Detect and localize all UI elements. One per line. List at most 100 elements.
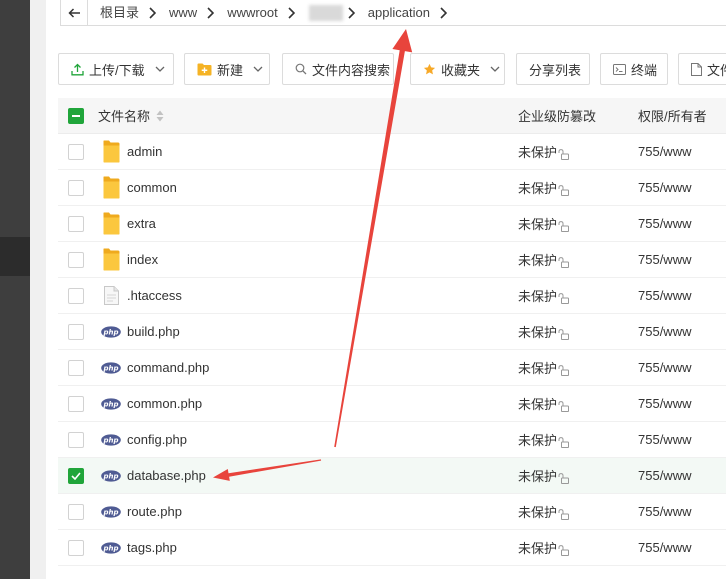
breadcrumb-www[interactable]: www xyxy=(169,0,197,25)
permission-owner[interactable]: 755/www xyxy=(638,144,691,159)
permission-owner[interactable]: 755/www xyxy=(638,396,691,411)
protection-status[interactable]: 未保护 xyxy=(518,394,557,413)
file-row[interactable]: index 未保护 755/www xyxy=(58,242,726,278)
file-menu-button[interactable]: 文件 xyxy=(678,53,726,85)
lock-open-icon xyxy=(558,149,570,160)
row-checkbox[interactable] xyxy=(68,323,84,340)
row-checkbox-cell xyxy=(58,206,98,241)
protection-status[interactable]: 未保护 xyxy=(518,178,557,197)
back-button[interactable] xyxy=(61,0,88,25)
row-checkbox[interactable] xyxy=(68,431,84,448)
folder-icon xyxy=(101,248,121,271)
protection-status[interactable]: 未保护 xyxy=(518,250,557,269)
file-row[interactable]: php common.php 未保护 755/www xyxy=(58,386,726,422)
permission-owner[interactable]: 755/www xyxy=(638,324,691,339)
protection-status[interactable]: 未保护 xyxy=(518,322,557,341)
permission-owner[interactable]: 755/www xyxy=(638,360,691,375)
file-row[interactable]: php route.php 未保护 755/www xyxy=(58,494,726,530)
breadcrumb-wwwroot[interactable]: wwwroot xyxy=(227,0,278,25)
file-row[interactable]: admin 未保护 755/www xyxy=(58,134,726,170)
row-checkbox[interactable] xyxy=(68,287,84,304)
protection-status[interactable]: 未保护 xyxy=(518,466,557,485)
file-name[interactable]: route.php xyxy=(127,504,182,519)
content-search-button[interactable]: 文件内容搜索 xyxy=(282,53,394,85)
lock-open-icon xyxy=(558,437,570,448)
protection-status[interactable]: 未保护 xyxy=(518,430,557,449)
permission-owner[interactable]: 755/www xyxy=(638,252,691,267)
protection-status[interactable]: 未保护 xyxy=(518,214,557,233)
file-row[interactable]: php tags.php 未保护 755/www xyxy=(58,530,726,566)
row-checkbox[interactable] xyxy=(68,143,84,160)
permission-owner[interactable]: 755/www xyxy=(638,180,691,195)
file-name[interactable]: admin xyxy=(127,144,162,159)
file-row[interactable]: .htaccess 未保护 755/www xyxy=(58,278,726,314)
permission-cell: 755/www xyxy=(638,278,726,313)
php-icon-text: php xyxy=(102,472,118,480)
breadcrumb-redacted-segment[interactable] xyxy=(308,4,343,21)
php-file-icon: php xyxy=(101,505,121,518)
permission-cell: 755/www xyxy=(638,494,726,529)
lock-open-icon xyxy=(558,545,570,556)
tamper-protection-cell: 未保护 xyxy=(518,494,638,529)
php-icon-text: php xyxy=(102,328,118,336)
sidebar-active-item[interactable] xyxy=(0,237,30,276)
breadcrumb-application[interactable]: application xyxy=(368,0,430,25)
protection-status[interactable]: 未保护 xyxy=(518,538,557,557)
permission-owner[interactable]: 755/www xyxy=(638,432,691,447)
chevron-right-icon xyxy=(440,6,447,19)
row-checkbox[interactable] xyxy=(68,359,84,376)
file-name[interactable]: database.php xyxy=(127,468,206,483)
row-checkbox[interactable] xyxy=(68,179,84,196)
file-name[interactable]: index xyxy=(127,252,158,267)
permission-owner[interactable]: 755/www xyxy=(638,468,691,483)
breadcrumb-root[interactable]: 根目录 xyxy=(100,0,139,25)
file-name[interactable]: command.php xyxy=(127,360,209,375)
select-all-checkbox[interactable] xyxy=(68,107,84,124)
row-checkbox[interactable] xyxy=(68,539,84,556)
tamper-protection-cell: 未保护 xyxy=(518,458,638,493)
protection-status[interactable]: 未保护 xyxy=(518,358,557,377)
upload-download-button[interactable]: 上传/下载 xyxy=(58,53,174,85)
terminal-button[interactable]: 终端 xyxy=(600,53,668,85)
permission-owner[interactable]: 755/www xyxy=(638,504,691,519)
permission-owner[interactable]: 755/www xyxy=(638,540,691,555)
sort-icon[interactable] xyxy=(156,110,164,122)
file-name[interactable]: extra xyxy=(127,216,156,231)
tamper-protection-cell: 未保护 xyxy=(518,134,638,169)
file-row[interactable]: extra 未保护 755/www xyxy=(58,206,726,242)
file-name[interactable]: .htaccess xyxy=(127,288,182,303)
row-checkbox[interactable] xyxy=(68,467,84,484)
file-name-cell: index xyxy=(98,242,518,277)
php-file-icon: php xyxy=(101,325,121,338)
share-list-button[interactable]: 分享列表 xyxy=(516,53,590,85)
new-button[interactable]: 新建 xyxy=(184,53,270,85)
protection-status[interactable]: 未保护 xyxy=(518,142,557,161)
select-all-cell xyxy=(58,98,98,133)
column-header-name[interactable]: 文件名称 xyxy=(98,98,518,133)
permission-owner[interactable]: 755/www xyxy=(638,216,691,231)
file-name-cell: php tags.php xyxy=(98,530,518,565)
row-checkbox[interactable] xyxy=(68,251,84,268)
file-row[interactable]: common 未保护 755/www xyxy=(58,170,726,206)
row-checkbox-cell xyxy=(58,458,98,493)
terminal-label: 终端 xyxy=(631,62,658,78)
row-checkbox[interactable] xyxy=(68,395,84,412)
file-name[interactable]: config.php xyxy=(127,432,187,447)
file-name[interactable]: build.php xyxy=(127,324,180,339)
file-row[interactable]: php command.php 未保护 755/www xyxy=(58,350,726,386)
file-row[interactable]: php config.php 未保护 755/www xyxy=(58,422,726,458)
permission-owner[interactable]: 755/www xyxy=(638,288,691,303)
favorites-button[interactable]: 收藏夹 xyxy=(410,53,505,85)
tamper-protection-cell: 未保护 xyxy=(518,206,638,241)
file-name[interactable]: common.php xyxy=(127,396,202,411)
file-icon xyxy=(691,62,702,76)
file-name[interactable]: common xyxy=(127,180,177,195)
row-checkbox[interactable] xyxy=(68,215,84,232)
file-name[interactable]: tags.php xyxy=(127,540,177,555)
protection-status[interactable]: 未保护 xyxy=(518,502,557,521)
file-row[interactable]: php build.php 未保护 755/www xyxy=(58,314,726,350)
protection-status[interactable]: 未保护 xyxy=(518,286,557,305)
row-checkbox[interactable] xyxy=(68,503,84,520)
tamper-protection-cell: 未保护 xyxy=(518,242,638,277)
file-row[interactable]: php database.php 未保护 755/www xyxy=(58,458,726,494)
